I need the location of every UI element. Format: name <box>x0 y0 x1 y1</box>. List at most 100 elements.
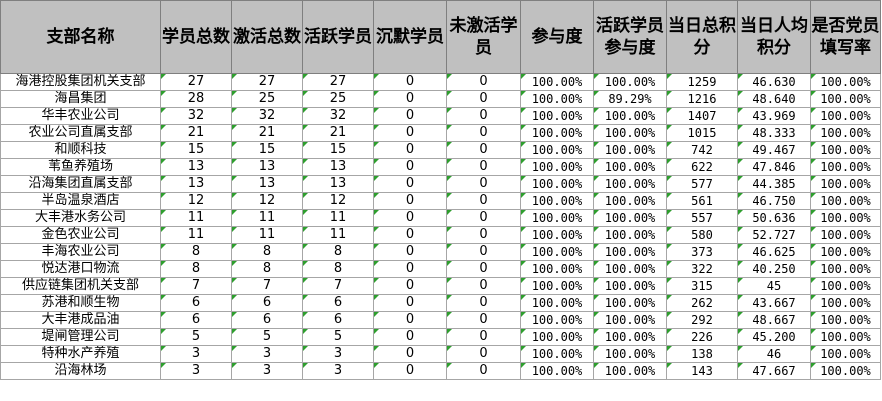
data-cell[interactable]: 25 <box>231 90 303 108</box>
data-cell[interactable]: 13 <box>231 158 303 176</box>
data-cell[interactable]: 12 <box>302 192 374 210</box>
data-cell[interactable]: 0 <box>373 294 447 312</box>
data-cell[interactable]: 226 <box>666 328 738 346</box>
data-cell[interactable]: 262 <box>666 294 738 312</box>
data-cell[interactable]: 100.00% <box>810 294 881 312</box>
data-cell[interactable]: 0 <box>446 226 521 244</box>
data-cell[interactable]: 0 <box>373 226 447 244</box>
data-cell[interactable]: 0 <box>373 260 447 278</box>
data-cell[interactable]: 315 <box>666 277 738 295</box>
data-cell[interactable]: 0 <box>373 311 447 329</box>
branch-name-cell[interactable]: 华丰农业公司 <box>0 107 161 125</box>
data-cell[interactable]: 0 <box>446 311 521 329</box>
data-cell[interactable]: 44.385 <box>737 175 811 193</box>
data-cell[interactable]: 100.00% <box>520 209 594 227</box>
data-cell[interactable]: 52.727 <box>737 226 811 244</box>
header-cell[interactable]: 是否党员填写率 <box>810 0 881 74</box>
data-cell[interactable]: 46 <box>737 345 811 363</box>
data-cell[interactable]: 28 <box>160 90 232 108</box>
data-cell[interactable]: 3 <box>160 345 232 363</box>
data-cell[interactable]: 0 <box>446 192 521 210</box>
data-cell[interactable]: 8 <box>231 243 303 261</box>
data-cell[interactable]: 100.00% <box>593 175 667 193</box>
branch-name-cell[interactable]: 堤闸管理公司 <box>0 328 161 346</box>
branch-name-cell[interactable]: 和顺科技 <box>0 141 161 159</box>
data-cell[interactable]: 12 <box>160 192 232 210</box>
data-cell[interactable]: 100.00% <box>520 277 594 295</box>
data-cell[interactable]: 21 <box>231 124 303 142</box>
data-cell[interactable]: 11 <box>160 209 232 227</box>
data-cell[interactable]: 292 <box>666 311 738 329</box>
data-cell[interactable]: 5 <box>160 328 232 346</box>
data-cell[interactable]: 0 <box>446 107 521 125</box>
data-cell[interactable]: 100.00% <box>520 73 594 91</box>
data-cell[interactable]: 138 <box>666 345 738 363</box>
data-cell[interactable]: 3 <box>160 362 232 380</box>
data-cell[interactable]: 13 <box>302 158 374 176</box>
data-cell[interactable]: 11 <box>302 209 374 227</box>
data-cell[interactable]: 0 <box>373 141 447 159</box>
data-cell[interactable]: 89.29% <box>593 90 667 108</box>
data-cell[interactable]: 0 <box>373 209 447 227</box>
data-cell[interactable]: 100.00% <box>593 277 667 295</box>
data-cell[interactable]: 8 <box>302 260 374 278</box>
data-cell[interactable]: 0 <box>446 209 521 227</box>
data-cell[interactable]: 742 <box>666 141 738 159</box>
data-cell[interactable]: 100.00% <box>593 107 667 125</box>
data-cell[interactable]: 100.00% <box>593 226 667 244</box>
data-cell[interactable]: 100.00% <box>593 192 667 210</box>
data-cell[interactable]: 25 <box>302 90 374 108</box>
data-cell[interactable]: 15 <box>231 141 303 159</box>
header-cell[interactable]: 支部名称 <box>0 0 161 74</box>
data-cell[interactable]: 577 <box>666 175 738 193</box>
data-cell[interactable]: 557 <box>666 209 738 227</box>
data-cell[interactable]: 1015 <box>666 124 738 142</box>
data-cell[interactable]: 100.00% <box>593 294 667 312</box>
data-cell[interactable]: 100.00% <box>593 328 667 346</box>
data-cell[interactable]: 12 <box>231 192 303 210</box>
data-cell[interactable]: 50.636 <box>737 209 811 227</box>
data-cell[interactable]: 100.00% <box>810 175 881 193</box>
data-cell[interactable]: 45 <box>737 277 811 295</box>
data-cell[interactable]: 11 <box>160 226 232 244</box>
data-cell[interactable]: 13 <box>231 175 303 193</box>
data-cell[interactable]: 8 <box>160 243 232 261</box>
data-cell[interactable]: 100.00% <box>520 294 594 312</box>
branch-name-cell[interactable]: 特种水产养殖 <box>0 345 161 363</box>
data-cell[interactable]: 0 <box>373 362 447 380</box>
data-cell[interactable]: 100.00% <box>593 311 667 329</box>
data-cell[interactable]: 100.00% <box>593 158 667 176</box>
data-cell[interactable]: 0 <box>446 345 521 363</box>
data-cell[interactable]: 100.00% <box>593 209 667 227</box>
data-cell[interactable]: 27 <box>231 73 303 91</box>
data-cell[interactable]: 8 <box>231 260 303 278</box>
data-cell[interactable]: 3 <box>231 362 303 380</box>
branch-name-cell[interactable]: 悦达港口物流 <box>0 260 161 278</box>
data-cell[interactable]: 100.00% <box>810 345 881 363</box>
data-cell[interactable]: 21 <box>302 124 374 142</box>
data-cell[interactable]: 3 <box>302 362 374 380</box>
data-cell[interactable]: 6 <box>160 294 232 312</box>
data-cell[interactable]: 100.00% <box>593 243 667 261</box>
data-cell[interactable]: 11 <box>302 226 374 244</box>
data-cell[interactable]: 6 <box>231 311 303 329</box>
data-cell[interactable]: 7 <box>302 277 374 295</box>
data-cell[interactable]: 100.00% <box>810 73 881 91</box>
data-cell[interactable]: 100.00% <box>520 328 594 346</box>
data-cell[interactable]: 6 <box>231 294 303 312</box>
data-cell[interactable]: 45.200 <box>737 328 811 346</box>
data-cell[interactable]: 100.00% <box>810 243 881 261</box>
branch-name-cell[interactable]: 海昌集团 <box>0 90 161 108</box>
data-cell[interactable]: 0 <box>373 107 447 125</box>
data-cell[interactable]: 0 <box>446 294 521 312</box>
data-cell[interactable]: 0 <box>373 124 447 142</box>
data-cell[interactable]: 1407 <box>666 107 738 125</box>
data-cell[interactable]: 100.00% <box>520 311 594 329</box>
data-cell[interactable]: 0 <box>446 158 521 176</box>
data-cell[interactable]: 0 <box>373 277 447 295</box>
data-cell[interactable]: 8 <box>160 260 232 278</box>
data-cell[interactable]: 100.00% <box>593 141 667 159</box>
data-cell[interactable]: 0 <box>446 362 521 380</box>
data-cell[interactable]: 100.00% <box>810 192 881 210</box>
data-cell[interactable]: 561 <box>666 192 738 210</box>
